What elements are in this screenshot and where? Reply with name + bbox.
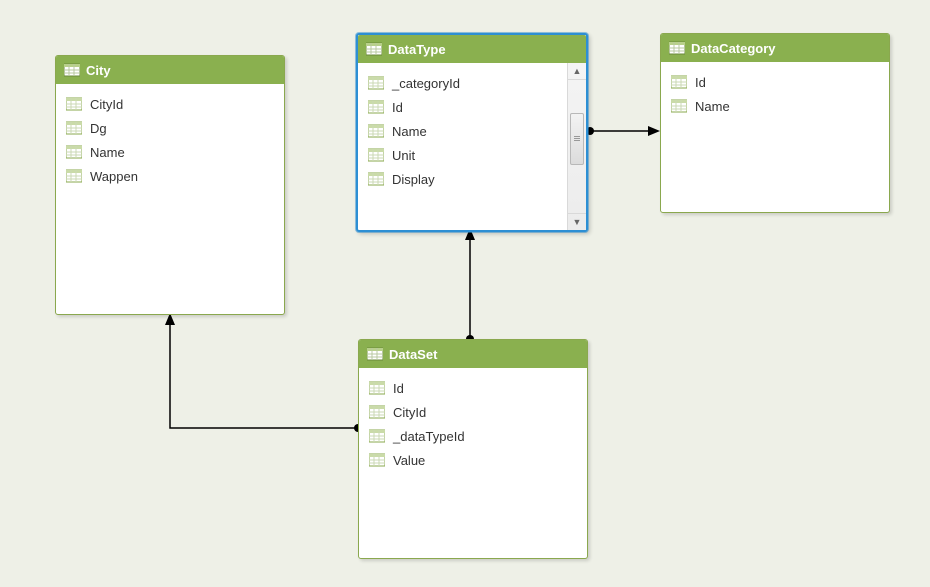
field-row[interactable]: Name xyxy=(667,94,883,118)
column-icon xyxy=(369,452,385,468)
scroll-up-button[interactable]: ▲ xyxy=(568,63,586,80)
entity-datatype[interactable]: DataType _categoryId Id Name Unit Displa… xyxy=(356,33,588,232)
field-label: Dg xyxy=(90,121,107,136)
column-icon xyxy=(369,428,385,444)
field-row[interactable]: Wappen xyxy=(62,164,278,188)
scroll-thumb[interactable] xyxy=(570,113,584,165)
field-row[interactable]: Display xyxy=(364,167,564,191)
field-label: CityId xyxy=(393,405,426,420)
entity-body: Id CityId _dataTypeId Value xyxy=(359,368,587,482)
entity-body: Id Name xyxy=(661,62,889,128)
field-row[interactable]: Name xyxy=(62,140,278,164)
scrollbar[interactable]: ▲ ▼ xyxy=(567,63,586,230)
entity-title: DataCategory xyxy=(691,41,776,56)
column-icon xyxy=(368,123,384,139)
entity-title: DataSet xyxy=(389,347,437,362)
scroll-down-button[interactable]: ▼ xyxy=(568,213,586,230)
field-row[interactable]: Id xyxy=(365,376,581,400)
field-row[interactable]: Value xyxy=(365,448,581,472)
field-row[interactable]: Name xyxy=(364,119,564,143)
field-label: Name xyxy=(90,145,125,160)
table-icon xyxy=(64,62,80,78)
field-label: Id xyxy=(392,100,403,115)
column-icon xyxy=(66,120,82,136)
column-icon xyxy=(671,98,687,114)
field-row[interactable]: CityId xyxy=(62,92,278,116)
entity-city[interactable]: City CityId Dg Name Wappen xyxy=(55,55,285,315)
table-icon xyxy=(366,41,382,57)
field-label: _dataTypeId xyxy=(393,429,465,444)
field-label: Id xyxy=(695,75,706,90)
entity-header[interactable]: DataSet xyxy=(359,340,587,368)
field-row[interactable]: Id xyxy=(667,70,883,94)
column-icon xyxy=(66,96,82,112)
entity-header[interactable]: DataType xyxy=(358,35,586,63)
entity-body: _categoryId Id Name Unit Display xyxy=(358,63,586,201)
field-label: CityId xyxy=(90,97,123,112)
arrowhead xyxy=(648,126,660,136)
entity-title: City xyxy=(86,63,111,78)
field-label: _categoryId xyxy=(392,76,460,91)
field-row[interactable]: Id xyxy=(364,95,564,119)
field-label: Wappen xyxy=(90,169,138,184)
column-icon xyxy=(368,75,384,91)
entity-body: CityId Dg Name Wappen xyxy=(56,84,284,198)
table-icon xyxy=(367,346,383,362)
field-row[interactable]: _categoryId xyxy=(364,71,564,95)
entity-header[interactable]: City xyxy=(56,56,284,84)
field-row[interactable]: Dg xyxy=(62,116,278,140)
field-label: Name xyxy=(695,99,730,114)
column-icon xyxy=(671,74,687,90)
column-icon xyxy=(369,404,385,420)
table-icon xyxy=(669,40,685,56)
field-label: Unit xyxy=(392,148,415,163)
field-label: Display xyxy=(392,172,435,187)
column-icon xyxy=(368,147,384,163)
field-row[interactable]: _dataTypeId xyxy=(365,424,581,448)
entity-dataset[interactable]: DataSet Id CityId _dataTypeId Value xyxy=(358,339,588,559)
entity-datacategory[interactable]: DataCategory Id Name xyxy=(660,33,890,213)
column-icon xyxy=(369,380,385,396)
column-icon xyxy=(66,168,82,184)
relation-dataset-city xyxy=(170,319,358,428)
field-row[interactable]: Unit xyxy=(364,143,564,167)
field-label: Value xyxy=(393,453,425,468)
field-label: Id xyxy=(393,381,404,396)
field-label: Name xyxy=(392,124,427,139)
entity-title: DataType xyxy=(388,42,446,57)
diagram-canvas[interactable]: City CityId Dg Name Wappen DataType _cat… xyxy=(0,0,930,587)
column-icon xyxy=(368,171,384,187)
field-row[interactable]: CityId xyxy=(365,400,581,424)
column-icon xyxy=(368,99,384,115)
column-icon xyxy=(66,144,82,160)
entity-header[interactable]: DataCategory xyxy=(661,34,889,62)
